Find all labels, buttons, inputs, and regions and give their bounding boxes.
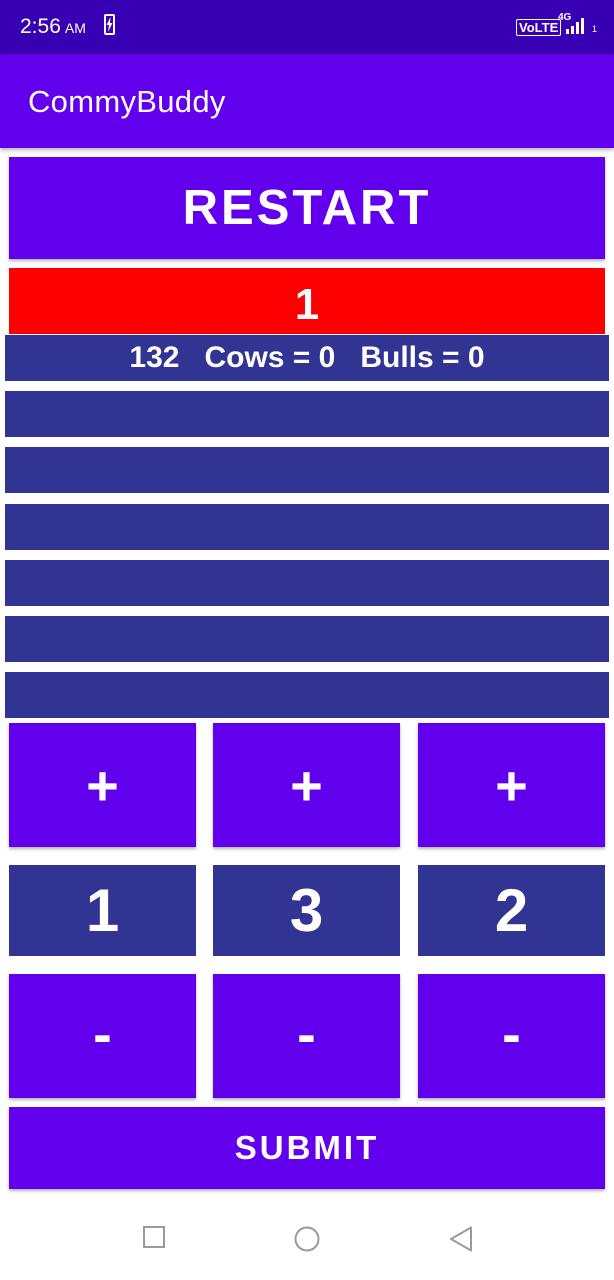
digit-1-display: 1	[9, 865, 196, 956]
recents-square-icon[interactable]	[143, 1226, 165, 1248]
volte-badge: VoLTE	[516, 19, 562, 36]
history-row	[5, 504, 609, 550]
back-triangle-icon[interactable]	[449, 1226, 473, 1252]
history-row	[5, 672, 609, 718]
clock-ampm: AM	[64, 20, 86, 36]
clock-time: 2:56	[20, 15, 61, 38]
decrement-digit-2-button[interactable]: -	[213, 974, 400, 1098]
status-bar: 2:56 AM VoLTE 4G 1	[0, 0, 614, 54]
app-title: CommyBuddy	[28, 84, 226, 119]
restart-button[interactable]: RESTART	[9, 157, 605, 259]
signal-icon	[566, 18, 584, 34]
charging-battery-icon	[104, 14, 115, 35]
increment-digit-1-button[interactable]: +	[9, 723, 196, 847]
decrement-digit-1-button[interactable]: -	[9, 974, 196, 1098]
status-time: 2:56 AM	[20, 15, 86, 39]
increment-digit-2-button[interactable]: +	[213, 723, 400, 847]
home-circle-icon[interactable]	[294, 1226, 320, 1252]
history-row	[5, 560, 609, 606]
history-row	[5, 447, 609, 493]
history-row	[5, 391, 609, 437]
app-bar: CommyBuddy	[0, 54, 614, 148]
digit-3-display: 2	[418, 865, 605, 956]
history-row	[5, 616, 609, 662]
submit-button[interactable]: SUBMIT	[9, 1107, 605, 1189]
digit-2-display: 3	[213, 865, 400, 956]
attempt-counter: 1	[9, 268, 605, 334]
sim-slot: 1	[592, 24, 598, 34]
system-nav-bar	[0, 1200, 614, 1280]
history-row: 132 Cows = 0 Bulls = 0	[5, 335, 609, 381]
increment-digit-3-button[interactable]: +	[418, 723, 605, 847]
decrement-digit-3-button[interactable]: -	[418, 974, 605, 1098]
